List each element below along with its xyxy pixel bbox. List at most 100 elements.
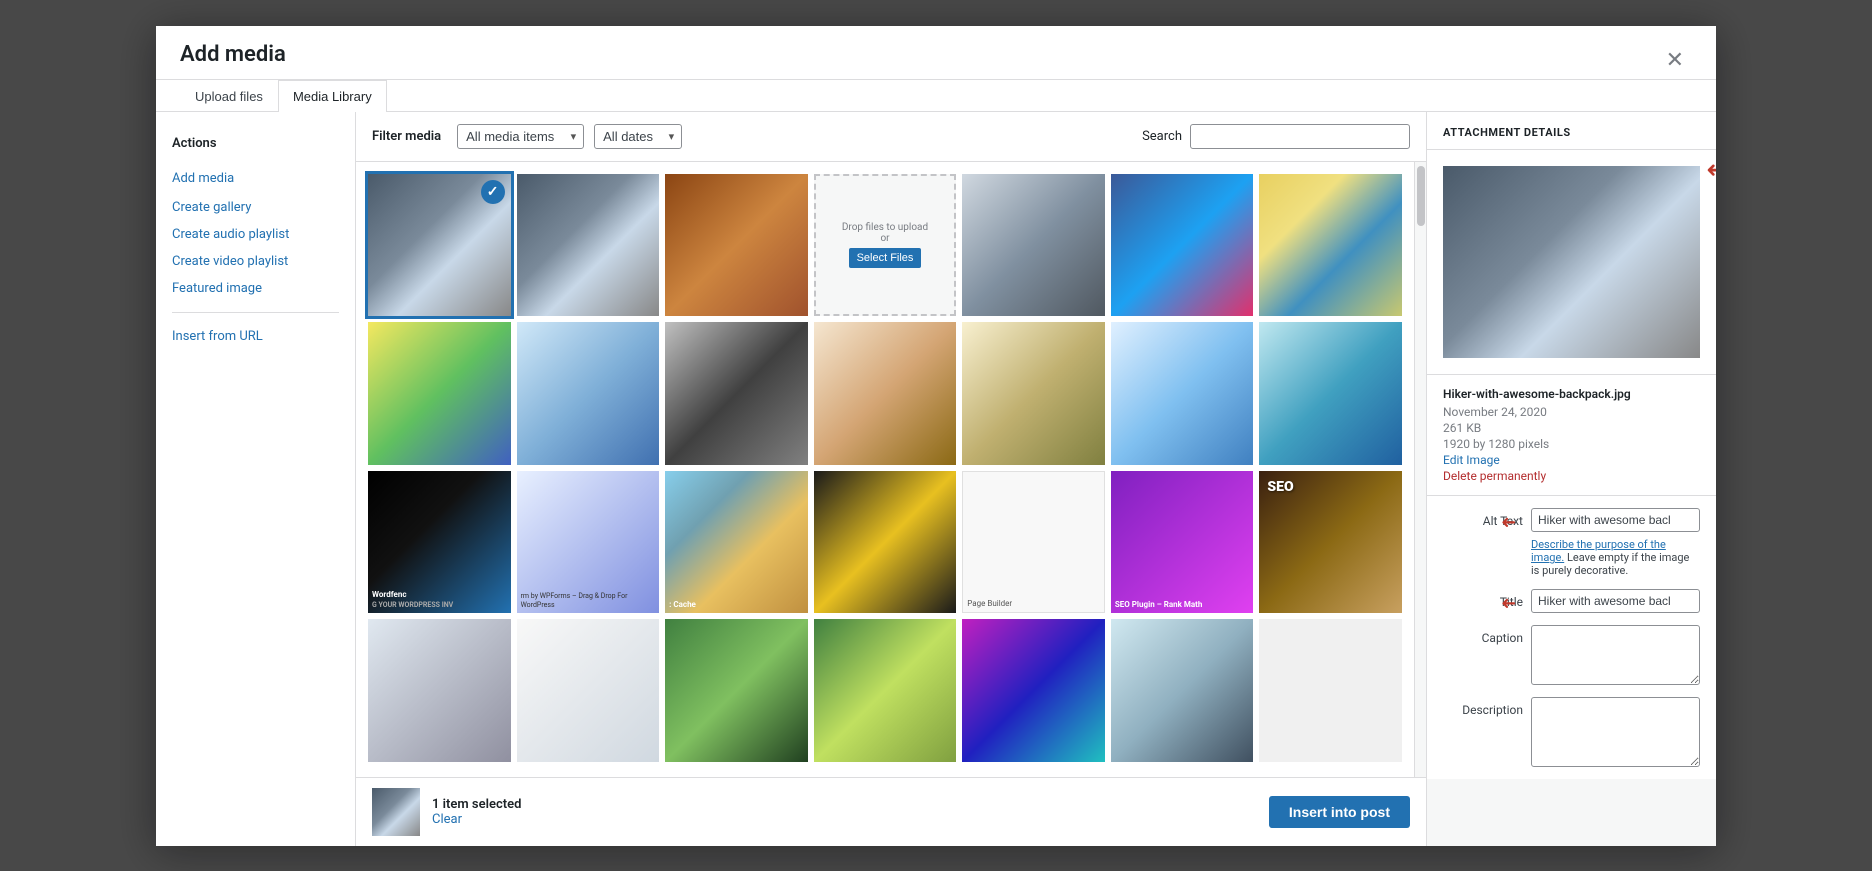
sidebar-item-create-video-playlist[interactable]: Create video playlist [156, 248, 355, 275]
sidebar-add-media-label: Add media [156, 163, 355, 194]
modal-close-button[interactable]: ✕ [1658, 45, 1692, 75]
attachment-dimensions: 1920 by 1280 pixels [1443, 437, 1700, 451]
sidebar: Actions Add media Create gallery Create … [156, 112, 356, 846]
scrollbar-thumb[interactable] [1417, 166, 1425, 226]
media-grid-wrap[interactable]: ✓ Drop files to upload or Select Files [356, 162, 1414, 777]
media-item-16[interactable]: rm by WPForms – Drag & Drop For WordPres… [517, 471, 660, 614]
rankmath-label: SEO Plugin – Rank Math [1115, 600, 1250, 609]
modal-body: Actions Add media Create gallery Create … [156, 112, 1716, 846]
filter-media-label: Filter media [372, 129, 441, 144]
clear-selection-link[interactable]: Clear [432, 812, 521, 827]
media-item-12[interactable] [962, 322, 1105, 465]
media-item-13[interactable] [1111, 322, 1254, 465]
media-item-upload-drop[interactable]: Drop files to upload or Select Files [814, 174, 957, 317]
media-item-19[interactable]: Page Builder [962, 471, 1105, 614]
arrow-decoration-1: ➜ [1706, 158, 1716, 183]
media-item-21[interactable]: SEO [1259, 471, 1402, 614]
drop-or: or [880, 233, 889, 244]
wpforms-label: rm by WPForms – Drag & Drop For WordPres… [521, 592, 656, 609]
alt-text-row: Alt Text ➜ Describe the purpose of the i… [1443, 508, 1700, 577]
pagebuilder-label: Page Builder [967, 599, 1100, 608]
attachment-date: November 24, 2020 [1443, 405, 1700, 419]
selection-info: 1 item selected Clear [432, 797, 521, 827]
select-files-button[interactable]: Select Files [849, 248, 922, 268]
media-item-6[interactable] [1111, 174, 1254, 317]
arrow-decoration-2: ➜ [1501, 512, 1516, 533]
title-row: Title ➜ [1443, 589, 1700, 613]
title-input[interactable] [1531, 589, 1700, 613]
cat-label: : Cache [669, 600, 804, 609]
drop-label: Drop files to upload [842, 222, 928, 233]
attachment-preview-image [1443, 166, 1700, 359]
add-media-modal: Add media ✕ Upload files Media Library A… [156, 26, 1716, 846]
attachment-details-panel: ATTACHMENT DETAILS ➜ Hiker-with-awesome-… [1426, 112, 1716, 846]
tab-upload[interactable]: Upload files [180, 80, 278, 112]
attachment-fields: Alt Text ➜ Describe the purpose of the i… [1427, 496, 1716, 779]
bottom-bar: 1 item selected Clear Insert into post [356, 777, 1426, 846]
media-item-5[interactable] [962, 174, 1105, 317]
media-item-2[interactable] [517, 174, 660, 317]
attachment-filename: Hiker-with-awesome-backpack.jpg [1443, 387, 1700, 401]
wordfence-label: WordfencG YOUR WORDPRESS INV [372, 590, 507, 609]
media-type-select-wrap: All media items Images Audio Video Docum… [457, 124, 584, 149]
modal-title: Add media [180, 42, 286, 79]
date-select-wrap: All dates 2020 2021 2022 [594, 124, 682, 149]
attachment-info: Hiker-with-awesome-backpack.jpg November… [1427, 375, 1716, 496]
selected-thumbnail-wrap [372, 788, 420, 836]
media-item-3[interactable] [665, 174, 808, 317]
attachment-details-header: ATTACHMENT DETAILS [1427, 112, 1716, 150]
caption-textarea[interactable] [1531, 625, 1700, 685]
description-label: Description [1443, 697, 1523, 717]
grid-scroll-area: ✓ Drop files to upload or Select Files [356, 162, 1426, 777]
media-item-20[interactable]: SEO Plugin – Rank Math [1111, 471, 1254, 614]
modal-header: Add media ✕ [156, 26, 1716, 80]
alt-text-hint: Describe the purpose of the image. Leave… [1531, 536, 1700, 577]
sidebar-item-insert-from-url[interactable]: Insert from URL [156, 323, 355, 350]
media-item-1[interactable]: ✓ [368, 174, 511, 317]
filter-bar: Filter media All media items Images Audi… [356, 112, 1426, 162]
description-textarea[interactable] [1531, 697, 1700, 767]
date-select[interactable]: All dates 2020 2021 2022 [594, 124, 682, 149]
media-item-8[interactable] [368, 322, 511, 465]
sidebar-item-create-audio-playlist[interactable]: Create audio playlist [156, 221, 355, 248]
media-item-22[interactable] [368, 619, 511, 762]
search-label: Search [1142, 129, 1182, 144]
media-type-select[interactable]: All media items Images Audio Video Docum… [457, 124, 584, 149]
edit-image-link[interactable]: Edit Image [1443, 453, 1700, 467]
media-item-7[interactable] [1259, 174, 1402, 317]
media-item-11[interactable] [814, 322, 957, 465]
caption-row: Caption [1443, 625, 1700, 685]
media-grid: ✓ Drop files to upload or Select Files [368, 174, 1402, 762]
media-item-23[interactable] [517, 619, 660, 762]
media-item-17[interactable]: : Cache [665, 471, 808, 614]
search-input[interactable] [1190, 124, 1410, 149]
media-item-9[interactable] [517, 322, 660, 465]
media-item-18[interactable] [814, 471, 957, 614]
scrollbar-track[interactable] [1414, 162, 1426, 777]
attachment-preview: ➜ [1427, 150, 1716, 376]
media-item-15[interactable]: WordfencG YOUR WORDPRESS INV [368, 471, 511, 614]
description-row: Description [1443, 697, 1700, 767]
modal-tabs: Upload files Media Library [156, 80, 1716, 112]
sidebar-item-create-gallery[interactable]: Create gallery [156, 194, 355, 221]
caption-label: Caption [1443, 625, 1523, 645]
delete-permanently-link[interactable]: Delete permanently [1443, 469, 1700, 483]
media-item-24[interactable] [665, 619, 808, 762]
sidebar-actions-label: Actions [156, 128, 355, 159]
search-wrap: Search [1142, 124, 1410, 149]
tab-media-library[interactable]: Media Library [278, 80, 387, 112]
seo-text: SEO [1267, 479, 1293, 495]
alt-text-input-wrap: ➜ Describe the purpose of the image. Lea… [1531, 508, 1700, 577]
media-item-14[interactable] [1259, 322, 1402, 465]
media-item-10[interactable] [665, 322, 808, 465]
main-content: Filter media All media items Images Audi… [356, 112, 1426, 846]
insert-into-post-button[interactable]: Insert into post [1269, 796, 1410, 828]
media-item-25[interactable] [814, 619, 957, 762]
selected-thumbnail [372, 788, 420, 836]
media-item-28[interactable] [1259, 619, 1402, 762]
alt-text-input[interactable] [1531, 508, 1700, 532]
media-item-27[interactable] [1111, 619, 1254, 762]
media-item-26[interactable] [962, 619, 1105, 762]
title-input-wrap: ➜ [1531, 589, 1700, 613]
sidebar-item-featured-image[interactable]: Featured image [156, 275, 355, 302]
